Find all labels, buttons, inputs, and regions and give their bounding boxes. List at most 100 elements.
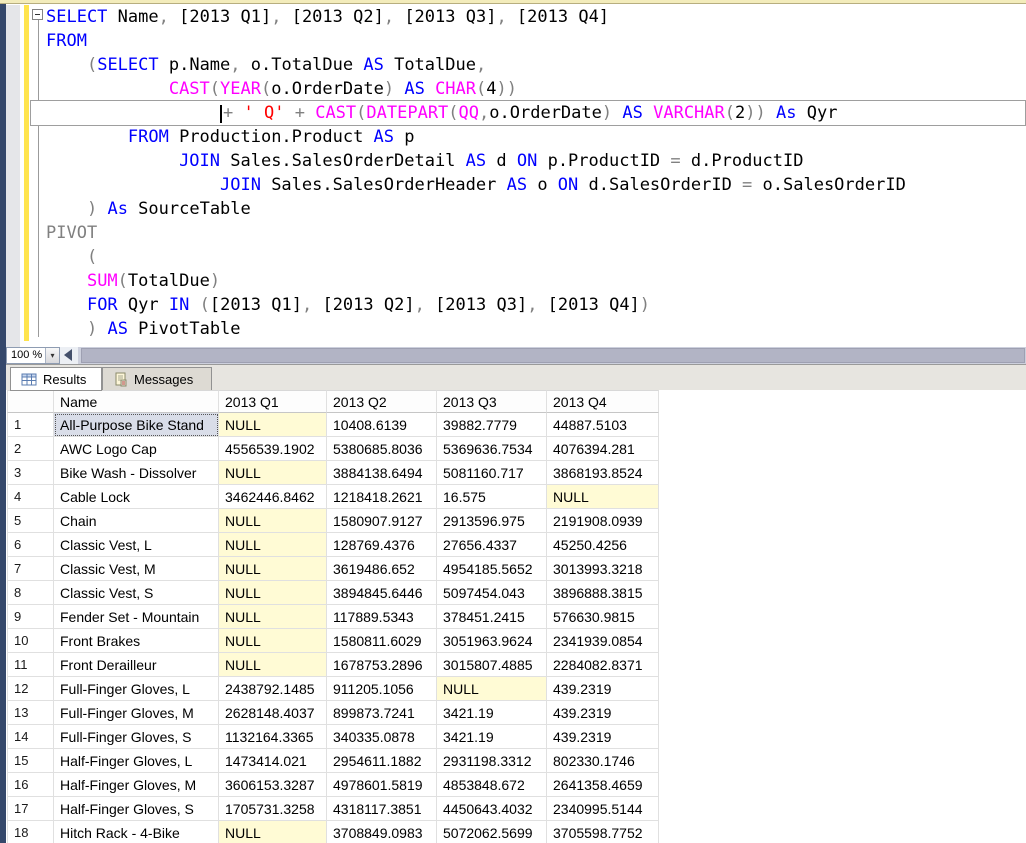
code-line-8[interactable]: JOIN Sales.SalesOrderHeader AS o ON d.Sa…: [46, 173, 1026, 197]
grid-cell[interactable]: 1473414.021: [219, 749, 327, 773]
grid-cell[interactable]: 5097454.043: [437, 581, 547, 605]
row-header-18[interactable]: 18: [7, 821, 54, 843]
grid-cell[interactable]: NULL: [219, 557, 327, 581]
grid-cell[interactable]: 439.2319: [547, 677, 659, 701]
grid-cell[interactable]: All-Purpose Bike Stand: [54, 413, 219, 437]
row-header-9[interactable]: 9: [7, 605, 54, 629]
column-header-name[interactable]: Name: [54, 390, 219, 413]
grid-cell[interactable]: 117889.5343: [327, 605, 437, 629]
grid-cell[interactable]: 128769.4376: [327, 533, 437, 557]
row-header-16[interactable]: 16: [7, 773, 54, 797]
column-header-2013-q1[interactable]: 2013 Q1: [219, 390, 327, 413]
grid-cell[interactable]: 27656.4337: [437, 533, 547, 557]
grid-cell[interactable]: NULL: [219, 821, 327, 843]
code-line-9[interactable]: ) As SourceTable: [46, 197, 1026, 221]
grid-cell[interactable]: 10408.6139: [327, 413, 437, 437]
grid-cell[interactable]: 3868193.8524: [547, 461, 659, 485]
grid-cell[interactable]: 5072062.5699: [437, 821, 547, 843]
grid-cell[interactable]: NULL: [219, 581, 327, 605]
code-line-5[interactable]: + ' Q' + CAST(DATEPART(QQ,o.OrderDate) A…: [46, 101, 1026, 125]
grid-cell[interactable]: 4076394.281: [547, 437, 659, 461]
row-header-10[interactable]: 10: [7, 629, 54, 653]
grid-cell[interactable]: 39882.7779: [437, 413, 547, 437]
column-header-2013-q4[interactable]: 2013 Q4: [547, 390, 659, 413]
grid-cell[interactable]: Half-Finger Gloves, M: [54, 773, 219, 797]
horizontal-scrollbar[interactable]: [78, 347, 1026, 364]
grid-cell[interactable]: 2913596.975: [437, 509, 547, 533]
code-line-7[interactable]: JOIN Sales.SalesOrderDetail AS d ON p.Pr…: [46, 149, 1026, 173]
grid-cell[interactable]: 4978601.5819: [327, 773, 437, 797]
grid-cell[interactable]: 439.2319: [547, 701, 659, 725]
grid-cell[interactable]: NULL: [219, 653, 327, 677]
grid-cell[interactable]: Full-Finger Gloves, L: [54, 677, 219, 701]
row-header-5[interactable]: 5: [7, 509, 54, 533]
grid-cell[interactable]: 3896888.3815: [547, 581, 659, 605]
grid-cell[interactable]: Full-Finger Gloves, M: [54, 701, 219, 725]
scrollbar-thumb[interactable]: [81, 348, 1025, 363]
grid-cell[interactable]: 378451.2415: [437, 605, 547, 629]
grid-cell[interactable]: Front Derailleur: [54, 653, 219, 677]
code-line-1[interactable]: SELECT Name, [2013 Q1], [2013 Q2], [2013…: [46, 5, 1026, 29]
grid-cell[interactable]: 45250.4256: [547, 533, 659, 557]
grid-cell[interactable]: NULL: [219, 413, 327, 437]
row-header-6[interactable]: 6: [7, 533, 54, 557]
row-header-13[interactable]: 13: [7, 701, 54, 725]
grid-cell[interactable]: 802330.1746: [547, 749, 659, 773]
grid-cell[interactable]: 899873.7241: [327, 701, 437, 725]
code-line-11[interactable]: (: [46, 245, 1026, 269]
zoom-level-select[interactable]: 100 % ▾: [6, 347, 60, 364]
row-header-8[interactable]: 8: [7, 581, 54, 605]
grid-cell[interactable]: 5369636.7534: [437, 437, 547, 461]
grid-cell[interactable]: 2191908.0939: [547, 509, 659, 533]
code-line-10[interactable]: PIVOT: [46, 221, 1026, 245]
row-header-2[interactable]: 2: [7, 437, 54, 461]
grid-cell[interactable]: 576630.9815: [547, 605, 659, 629]
grid-cell[interactable]: 3606153.3287: [219, 773, 327, 797]
grid-cell[interactable]: 1580811.6029: [327, 629, 437, 653]
grid-cell[interactable]: NULL: [547, 485, 659, 509]
grid-cell[interactable]: 44887.5103: [547, 413, 659, 437]
grid-cell[interactable]: Chain: [54, 509, 219, 533]
tab-results[interactable]: Results: [10, 367, 102, 391]
grid-cell[interactable]: Hitch Rack - 4-Bike: [54, 821, 219, 843]
grid-cell[interactable]: 3421.19: [437, 701, 547, 725]
code-line-13[interactable]: FOR Qyr IN ([2013 Q1], [2013 Q2], [2013 …: [46, 293, 1026, 317]
grid-cell[interactable]: 2340995.5144: [547, 797, 659, 821]
grid-cell[interactable]: 2628148.4037: [219, 701, 327, 725]
grid-cell[interactable]: Bike Wash - Dissolver: [54, 461, 219, 485]
grid-cell[interactable]: 439.2319: [547, 725, 659, 749]
grid-cell[interactable]: Classic Vest, L: [54, 533, 219, 557]
grid-cell[interactable]: 2954611.1882: [327, 749, 437, 773]
grid-cell[interactable]: 911205.1056: [327, 677, 437, 701]
grid-cell[interactable]: NULL: [219, 629, 327, 653]
code-line-12[interactable]: SUM(TotalDue): [46, 269, 1026, 293]
grid-cell[interactable]: Cable Lock: [54, 485, 219, 509]
grid-cell[interactable]: 5081160.717: [437, 461, 547, 485]
grid-cell[interactable]: Fender Set - Mountain: [54, 605, 219, 629]
code-line-2[interactable]: FROM: [46, 29, 1026, 53]
row-header-7[interactable]: 7: [7, 557, 54, 581]
tab-messages[interactable]: Messages: [102, 367, 212, 391]
grid-cell[interactable]: 3884138.6494: [327, 461, 437, 485]
code-line-3[interactable]: (SELECT p.Name, o.TotalDue AS TotalDue,: [46, 53, 1026, 77]
row-header-4[interactable]: 4: [7, 485, 54, 509]
row-header-3[interactable]: 3: [7, 461, 54, 485]
row-header-15[interactable]: 15: [7, 749, 54, 773]
grid-cell[interactable]: 1705731.3258: [219, 797, 327, 821]
grid-cell[interactable]: 3619486.652: [327, 557, 437, 581]
column-header-2013-q2[interactable]: 2013 Q2: [327, 390, 437, 413]
grid-cell[interactable]: 2341939.0854: [547, 629, 659, 653]
grid-cell[interactable]: NULL: [219, 605, 327, 629]
grid-cell[interactable]: 1580907.9127: [327, 509, 437, 533]
grid-cell[interactable]: 2438792.1485: [219, 677, 327, 701]
grid-cell[interactable]: NULL: [437, 677, 547, 701]
grid-cell[interactable]: 5380685.8036: [327, 437, 437, 461]
column-header-2013-q3[interactable]: 2013 Q3: [437, 390, 547, 413]
chevron-down-icon[interactable]: ▾: [45, 348, 59, 363]
grid-cell[interactable]: NULL: [219, 509, 327, 533]
grid-cell[interactable]: Half-Finger Gloves, S: [54, 797, 219, 821]
grid-corner-header[interactable]: [7, 390, 54, 413]
grid-cell[interactable]: Half-Finger Gloves, L: [54, 749, 219, 773]
grid-cell[interactable]: 1218418.2621: [327, 485, 437, 509]
results-grid[interactable]: Name2013 Q12013 Q22013 Q32013 Q4 1All-Pu…: [7, 390, 1026, 843]
